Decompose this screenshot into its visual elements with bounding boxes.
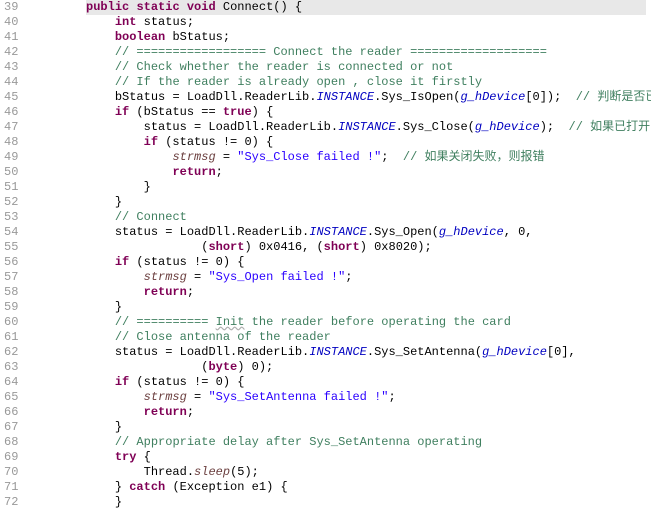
- code-line: public static void Connect() {: [28, 0, 651, 15]
- line-number: 49: [4, 150, 18, 165]
- code-line: return;: [28, 165, 651, 180]
- code-line: strmsg = "Sys_Close failed !"; // 如果关闭失败…: [28, 150, 651, 165]
- code-line: }: [28, 300, 651, 315]
- line-number: 50: [4, 165, 18, 180]
- line-number: 69: [4, 450, 18, 465]
- code-line: strmsg = "Sys_SetAntenna failed !";: [28, 390, 651, 405]
- line-number: 46: [4, 105, 18, 120]
- code-line: status = LoadDll.ReaderLib.INSTANCE.Sys_…: [28, 345, 651, 360]
- code-line: }: [28, 195, 651, 210]
- code-line: // ================== Connect the reader…: [28, 45, 651, 60]
- code-line: // Connect: [28, 210, 651, 225]
- code-line: if (bStatus == true) {: [28, 105, 651, 120]
- code-line: bStatus = LoadDll.ReaderLib.INSTANCE.Sys…: [28, 90, 651, 105]
- code-editor: 3940414243444546474849505152535455565758…: [0, 0, 651, 510]
- code-line: status = LoadDll.ReaderLib.INSTANCE.Sys_…: [28, 120, 651, 135]
- code-line: }: [28, 420, 651, 435]
- code-line: }: [28, 180, 651, 195]
- line-number: 68: [4, 435, 18, 450]
- line-number: 44: [4, 75, 18, 90]
- code-line: if (status != 0) {: [28, 135, 651, 150]
- line-number: 62: [4, 345, 18, 360]
- line-number: 52: [4, 195, 18, 210]
- code-line: // Appropriate delay after Sys_SetAntenn…: [28, 435, 651, 450]
- code-line: // ========== Init the reader before ope…: [28, 315, 651, 330]
- line-number: 43: [4, 60, 18, 75]
- line-number: 57: [4, 270, 18, 285]
- line-number: 71: [4, 480, 18, 495]
- line-number: 54: [4, 225, 18, 240]
- line-number: 39: [4, 0, 18, 15]
- line-number: 61: [4, 330, 18, 345]
- code-line: int status;: [28, 15, 651, 30]
- line-number: 64: [4, 375, 18, 390]
- code-line: (short) 0x0416, (short) 0x8020);: [28, 240, 651, 255]
- code-line: boolean bStatus;: [28, 30, 651, 45]
- line-number: 58: [4, 285, 18, 300]
- line-number: 40: [4, 15, 18, 30]
- line-number: 67: [4, 420, 18, 435]
- line-number: 51: [4, 180, 18, 195]
- line-number: 66: [4, 405, 18, 420]
- code-line: // Close antenna of the reader: [28, 330, 651, 345]
- line-number: 53: [4, 210, 18, 225]
- code-line: status = LoadDll.ReaderLib.INSTANCE.Sys_…: [28, 225, 651, 240]
- line-number-gutter: 3940414243444546474849505152535455565758…: [0, 0, 24, 510]
- code-line: }: [28, 495, 651, 510]
- code-line: } catch (Exception e1) {: [28, 480, 651, 495]
- code-line: return;: [28, 405, 651, 420]
- code-line: if (status != 0) {: [28, 375, 651, 390]
- code-line: (byte) 0);: [28, 360, 651, 375]
- code-line: // If the reader is already open , close…: [28, 75, 651, 90]
- code-area: public static void Connect() { int statu…: [24, 0, 651, 510]
- code-line: Thread.sleep(5);: [28, 465, 651, 480]
- line-number: 55: [4, 240, 18, 255]
- line-number: 42: [4, 45, 18, 60]
- code-line: // Check whether the reader is connected…: [28, 60, 651, 75]
- code-line: try {: [28, 450, 651, 465]
- line-number: 65: [4, 390, 18, 405]
- line-number: 63: [4, 360, 18, 375]
- code-line: strmsg = "Sys_Open failed !";: [28, 270, 651, 285]
- code-line: return;: [28, 285, 651, 300]
- line-number: 48: [4, 135, 18, 150]
- line-number: 47: [4, 120, 18, 135]
- line-number: 60: [4, 315, 18, 330]
- line-number: 59: [4, 300, 18, 315]
- code-line: if (status != 0) {: [28, 255, 651, 270]
- line-number: 70: [4, 465, 18, 480]
- line-number: 72: [4, 495, 18, 510]
- line-number: 41: [4, 30, 18, 45]
- line-number: 56: [4, 255, 18, 270]
- line-number: 45: [4, 90, 18, 105]
